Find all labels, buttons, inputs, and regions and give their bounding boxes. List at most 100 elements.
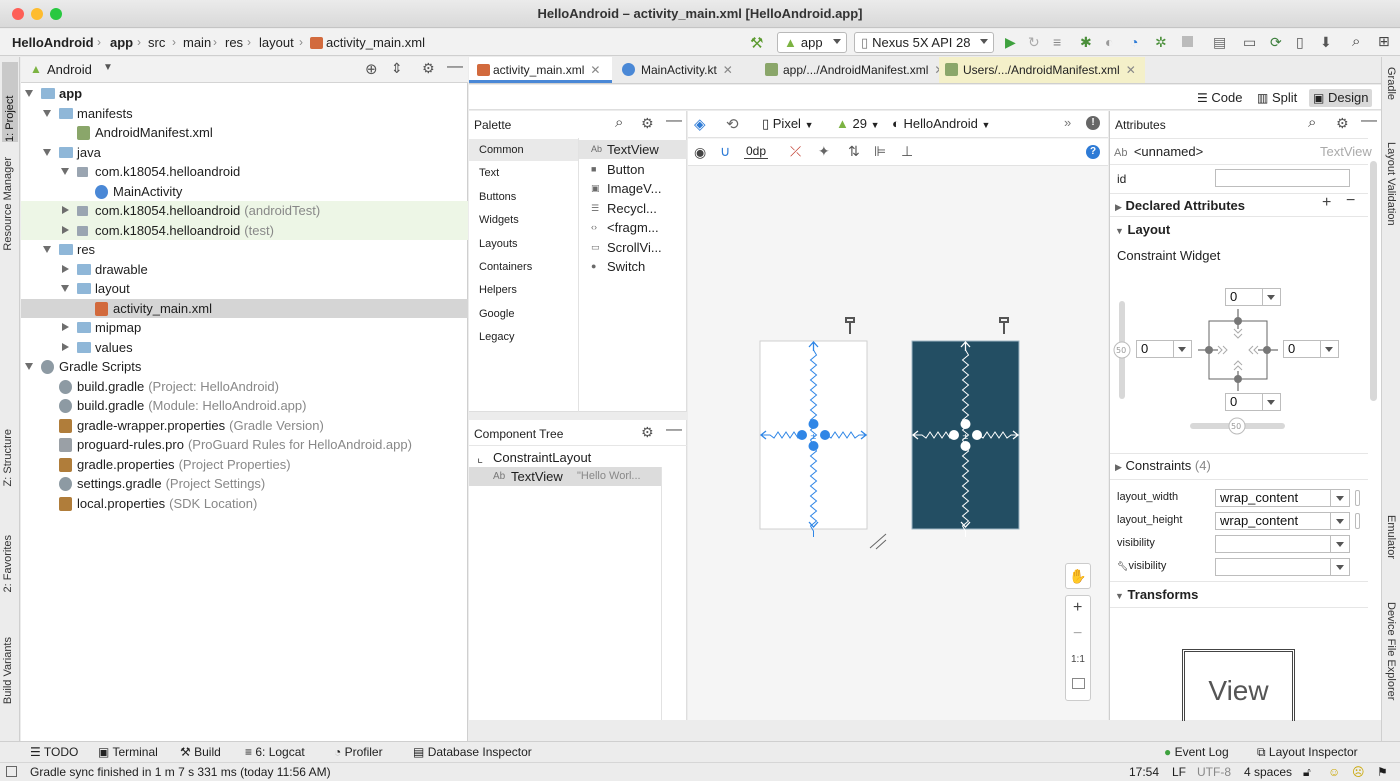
gear-icon[interactable]: ⚙ [641, 424, 654, 441]
palette-item[interactable]: Ab TextView [579, 140, 687, 159]
collapse-arrow-icon[interactable] [43, 148, 51, 156]
frown-icon[interactable]: ☹ [1352, 763, 1365, 781]
run-icon[interactable]: ▶ [1005, 34, 1016, 51]
tab-users-manifest[interactable]: Users/.../AndroidManifest.xml ✕ [939, 57, 1145, 83]
tab-todo[interactable]: ☰ TODO [30, 745, 78, 759]
tree-item[interactable]: MainActivity [21, 182, 468, 202]
remove-attribute-icon[interactable]: − [1346, 192, 1355, 210]
tree-item[interactable]: local.properties (SDK Location) [21, 494, 468, 514]
tree-item[interactable]: res [21, 240, 468, 260]
palette-category[interactable]: Helpers [469, 279, 578, 301]
device-selector[interactable]: ▯ Pixel ▼ [762, 116, 814, 132]
palette-item[interactable]: ‹› <fragm... [579, 218, 687, 237]
tree-item[interactable]: com.k18054.helloandroid (androidTest) [21, 201, 468, 221]
palette-category[interactable]: Google [469, 303, 578, 325]
zoom-out-icon[interactable]: − [1073, 625, 1082, 643]
tab-resource-manager[interactable]: Resource Manager [2, 157, 14, 251]
palette-item[interactable]: ▭ ScrollVi... [579, 238, 687, 257]
zoom-fit-icon[interactable] [1072, 678, 1085, 689]
search-icon[interactable]: ⌕ [1308, 114, 1316, 131]
tree-item[interactable]: gradle-wrapper.properties (Gradle Version… [21, 416, 468, 436]
tab-emulator[interactable]: Emulator [1385, 515, 1397, 559]
collapse-arrow-icon[interactable] [25, 90, 33, 97]
tab-main-activity[interactable]: MainActivity.kt ✕ [617, 57, 757, 83]
tree-item[interactable]: java [21, 143, 468, 163]
close-window-icon[interactable] [12, 8, 24, 20]
layers-icon[interactable]: ◈ [694, 115, 706, 133]
indent-setting[interactable]: 4 spaces [1244, 763, 1292, 781]
tab-layout-validation[interactable]: Layout Validation [1385, 142, 1397, 226]
tree-item[interactable]: AndroidManifest.xml [21, 123, 468, 143]
breadcrumb-layout[interactable]: layout [259, 35, 294, 50]
zoom-in-icon[interactable]: + [1073, 599, 1082, 617]
attribute-value-dropdown[interactable] [1215, 535, 1350, 553]
tree-item[interactable]: drawable [21, 260, 468, 280]
infer-constraints-icon[interactable]: ✦ [818, 143, 830, 160]
pack-icon[interactable]: ⇅ [848, 143, 860, 160]
tree-item-textview[interactable]: Ab TextView "Hello Worl... [469, 467, 661, 486]
coverage-icon[interactable]: ◐ [1105, 34, 1113, 50]
tree-item[interactable]: build.gradle (Module: HelloAndroid.app) [21, 396, 468, 416]
hide-panel-icon[interactable]: — [447, 58, 463, 76]
zoom-actual-icon[interactable]: 1:1 [1071, 654, 1085, 665]
breadcrumb-res[interactable]: res [225, 35, 243, 50]
tab-build-variants[interactable]: Build Variants [2, 637, 14, 704]
collapse-arrow-icon[interactable] [61, 285, 69, 292]
attribute-value-dropdown[interactable] [1215, 558, 1350, 576]
device-dropdown[interactable]: ▯ Nexus 5X API 28 [854, 32, 994, 53]
tab-structure[interactable]: Z: Structure [2, 429, 14, 486]
tree-item[interactable]: layout [21, 279, 468, 299]
layout-section[interactable]: ▼ Layout [1115, 222, 1373, 237]
breadcrumb-project[interactable]: HelloAndroid [12, 35, 94, 50]
run-config-dropdown[interactable]: ▲ app [777, 32, 847, 53]
cursor-position[interactable]: 17:54 [1129, 763, 1159, 781]
sync-gradle-icon[interactable]: ⟳ [1270, 34, 1282, 51]
tab-device-file-explorer[interactable]: Device File Explorer [1385, 602, 1397, 700]
palette-item[interactable]: ▣ ImageV... [579, 179, 687, 198]
layout-toggle-icon[interactable]: ⊞ [1378, 33, 1390, 50]
tree-item[interactable]: app [21, 84, 468, 104]
margin-bottom-dropdown[interactable]: 0 [1225, 393, 1281, 411]
project-view-dropdown[interactable]: Android [47, 62, 92, 77]
expand-arrow-icon[interactable] [62, 206, 69, 214]
warning-icon[interactable]: ! [1086, 116, 1100, 130]
stop-icon[interactable] [1182, 36, 1193, 47]
add-attribute-icon[interactable]: + [1322, 194, 1331, 212]
tree-item[interactable]: proguard-rules.pro (ProGuard Rules for He… [21, 435, 468, 455]
expand-arrow-icon[interactable] [62, 323, 69, 331]
minimize-window-icon[interactable] [31, 8, 43, 20]
search-icon[interactable]: ⌕ [1352, 33, 1360, 50]
tree-item[interactable]: settings.gradle (Project Settings) [21, 474, 468, 494]
notifications-icon[interactable]: ⚑ [1377, 763, 1388, 781]
breadcrumb-src[interactable]: src [148, 35, 165, 50]
palette-category[interactable]: Containers [469, 256, 578, 278]
apply-code-icon[interactable]: ≡ [1053, 34, 1061, 50]
tab-app-manifest[interactable]: app/.../AndroidManifest.xml✕ [759, 57, 944, 83]
project-structure-icon[interactable]: ▤ [1213, 34, 1226, 51]
target-locate-icon[interactable]: ⊕ [365, 60, 378, 78]
tree-item-constraintlayout[interactable]: ⌞ ConstraintLayout [469, 448, 687, 467]
breadcrumb-main[interactable]: main [183, 35, 211, 50]
hide-panel-icon[interactable]: — [666, 112, 682, 130]
tree-item[interactable]: com.k18054.helloandroid [21, 162, 468, 182]
palette-category[interactable]: Buttons [469, 186, 578, 208]
attribute-resource-picker[interactable] [1355, 490, 1360, 506]
id-field[interactable] [1215, 169, 1350, 187]
close-icon[interactable]: ✕ [590, 63, 600, 77]
file-encoding[interactable]: UTF-8 [1197, 763, 1231, 781]
sdk-manager-icon[interactable]: ⬇ [1320, 34, 1332, 51]
palette-category[interactable]: Text [469, 162, 578, 184]
default-margin-button[interactable]: 0dp [744, 144, 769, 159]
theme-selector[interactable]: ◐ HelloAndroid ▼ [892, 116, 990, 131]
tree-item[interactable]: activity_main.xml [21, 298, 468, 318]
search-icon[interactable]: ⌕ [615, 114, 623, 131]
guidelines-icon[interactable]: ⊥ [901, 143, 913, 160]
expand-arrow-icon[interactable] [62, 225, 69, 234]
attribute-value-dropdown[interactable]: wrap_content [1215, 512, 1350, 530]
gear-icon[interactable]: ⚙ [641, 115, 654, 132]
tab-logcat[interactable]: ≡ 6: Logcat [245, 745, 305, 759]
attribute-resource-picker[interactable] [1355, 513, 1360, 529]
maximize-window-icon[interactable] [50, 8, 62, 20]
avd-manager-icon[interactable]: ▭ [1243, 34, 1256, 51]
margin-top-dropdown[interactable]: 0 [1225, 288, 1281, 306]
